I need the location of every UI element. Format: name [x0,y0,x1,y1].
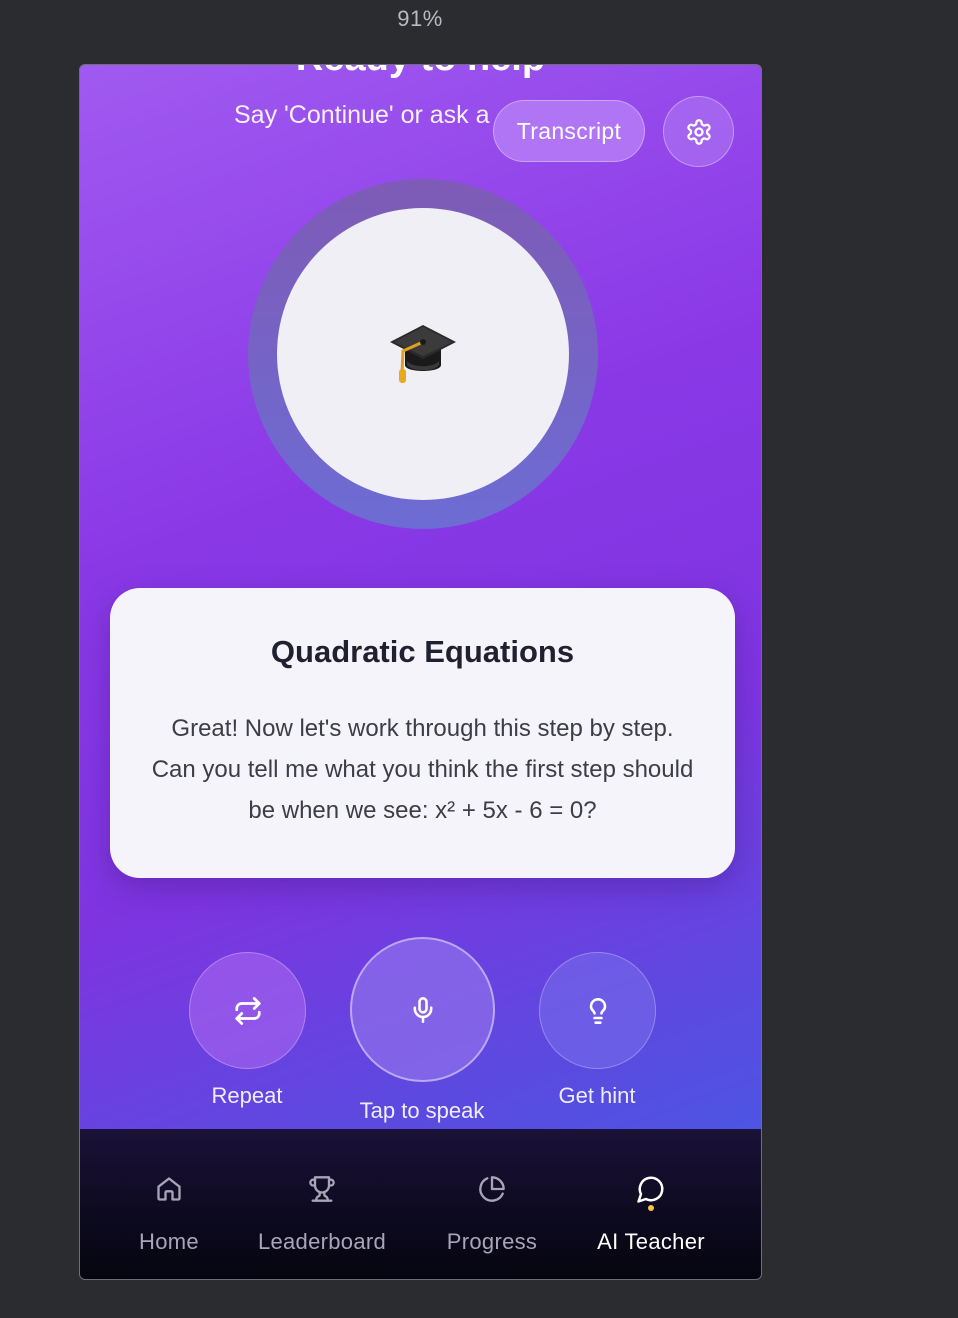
lesson-card: Quadratic Equations Great! Now let's wor… [110,588,735,878]
nav-label-leaderboard: Leaderboard [257,1229,387,1254]
nav-item-ai-teacher[interactable]: AI Teacher [566,1169,736,1255]
nav-item-progress[interactable]: Progress [407,1169,577,1255]
tap-to-speak-label: Tap to speak [359,1098,485,1123]
nav-item-home[interactable]: Home [84,1169,254,1255]
lesson-title: Quadratic Equations [270,634,575,669]
trophy-icon [309,1176,335,1202]
status-subtitle: Say 'Continue' or ask a [234,101,490,129]
nav-label-home: Home [139,1229,199,1254]
repeat-label: Repeat [211,1083,283,1108]
transcript-button[interactable]: Transcript [493,100,645,162]
hint-button[interactable] [539,952,656,1069]
status-title: Ready to help [80,65,761,80]
settings-button[interactable] [663,96,734,167]
graduation-cap-icon [390,325,456,383]
chat-bubble-icon [637,1176,664,1203]
bottom-navigation: Home Leaderboard Progress AI Teacher [80,1129,761,1279]
repeat-button[interactable] [189,952,306,1069]
nav-label-ai-teacher: AI Teacher [597,1229,705,1254]
lightbulb-icon [589,997,606,1024]
app-screen: Ready to help Say 'Continue' or ask a Tr… [79,64,762,1280]
get-hint-label: Get hint [558,1083,636,1108]
nav-item-leaderboard[interactable]: Leaderboard [237,1169,407,1255]
pie-chart-icon [479,1176,505,1202]
zoom-level: 91% [397,6,443,31]
microphone-icon [413,996,432,1023]
nav-label-progress: Progress [446,1229,538,1254]
active-indicator-dot [648,1205,654,1211]
gear-icon [686,118,711,145]
home-icon [157,1177,181,1201]
ai-teacher-avatar[interactable] [277,208,569,500]
microphone-button[interactable] [350,937,495,1082]
repeat-icon [234,996,261,1025]
teacher-message: Great! Now let's work through this step … [151,715,694,824]
